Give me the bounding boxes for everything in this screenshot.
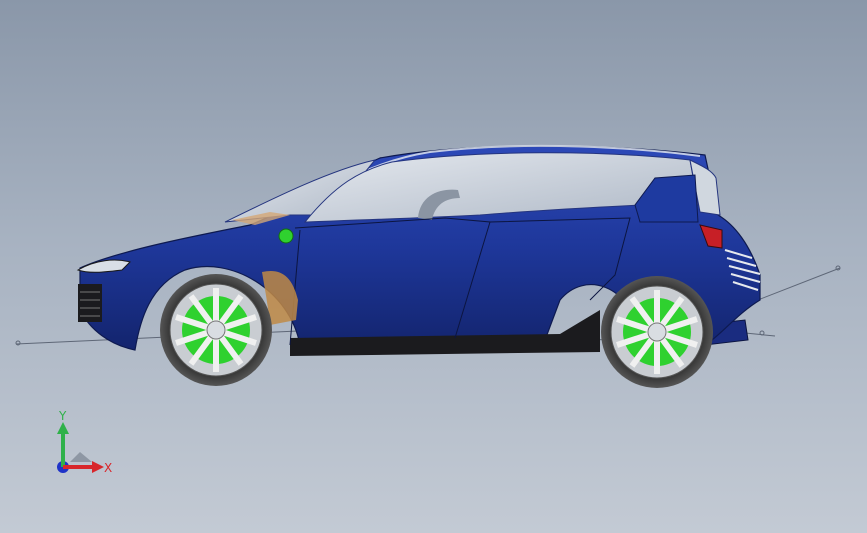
- rear-wheel: [601, 276, 713, 388]
- triad-x-axis: [63, 461, 104, 473]
- car-model[interactable]: [0, 0, 867, 533]
- triad-plane-marker: [70, 452, 92, 462]
- triad-x-label: X: [104, 461, 112, 475]
- front-grille: [78, 284, 102, 322]
- front-wheel: [160, 274, 272, 386]
- headlight: [76, 259, 131, 273]
- 3d-viewport[interactable]: Y X: [0, 0, 867, 533]
- triad-y-axis: [57, 422, 69, 467]
- triad-y-label: Y: [58, 410, 67, 423]
- side-mirror: [278, 228, 294, 244]
- coordinate-triad: Y X: [57, 410, 112, 475]
